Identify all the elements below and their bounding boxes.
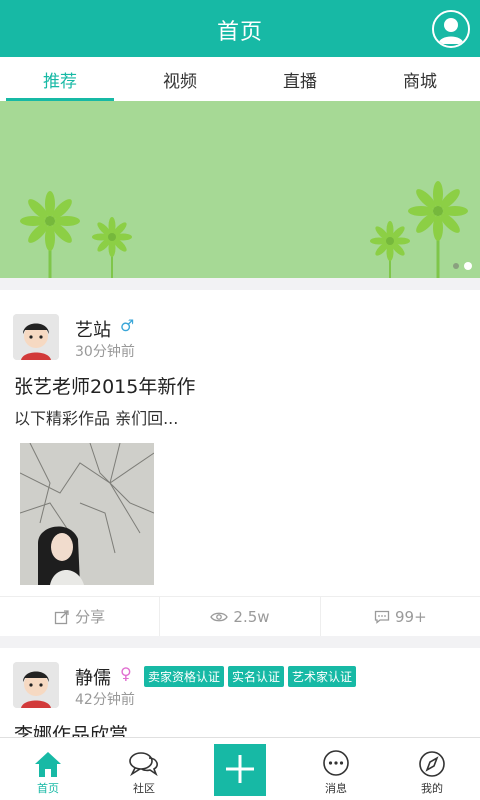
nav-publish[interactable] [192, 738, 288, 800]
post-title[interactable]: 张艺老师2015年新作 [14, 372, 195, 399]
nav-home-label: 首页 [37, 782, 59, 795]
top-bar: 首页 [0, 0, 480, 57]
post-actions: 分享 2.5w 99+ [0, 596, 480, 636]
category-tabs: 推荐 视频 直播 商城 [0, 57, 480, 101]
user-avatar-icon [434, 12, 468, 46]
tab-recommend[interactable]: 推荐 [0, 57, 120, 101]
profile-button[interactable] [432, 10, 470, 48]
carousel-dot[interactable] [453, 263, 459, 269]
compass-icon [419, 751, 445, 777]
bottom-nav: 首页 社区 消息 我的 [0, 737, 480, 800]
painting-image [20, 443, 154, 585]
nav-community[interactable]: 社区 [96, 738, 192, 800]
comments-button[interactable]: 99+ [319, 597, 480, 636]
views-value: 2.5w [233, 607, 270, 626]
community-icon [129, 752, 158, 777]
male-icon: ♂ [120, 316, 135, 335]
post-time: 42分钟前 [75, 692, 135, 708]
seller-verified-badge: 卖家资格认证 [144, 666, 225, 687]
comment-icon [374, 610, 390, 624]
share-label: 分享 [75, 608, 106, 626]
app-root: 首页 推荐 视频 直播 商城 艺站 ♂ 30分钟前 张艺老师2015年新作 以下… [0, 0, 480, 800]
verification-badges: 卖家资格认证 实名认证 艺术家认证 [144, 666, 360, 687]
comments-value: 99+ [394, 607, 427, 626]
cartoon-avatar-image [13, 314, 59, 360]
author-avatar[interactable] [13, 314, 59, 360]
nav-messages-label: 消息 [325, 782, 347, 795]
share-icon [55, 609, 69, 624]
views-count: 2.5w [159, 597, 319, 636]
author-name[interactable]: 艺站 [75, 316, 111, 342]
carousel-indicator [453, 262, 472, 270]
home-icon [35, 752, 61, 777]
publish-button[interactable] [214, 744, 266, 796]
author-name[interactable]: 静儒 [75, 664, 111, 690]
female-icon: ♀ [120, 664, 132, 683]
post-card[interactable]: 静儒 ♀ 卖家资格认证 实名认证 艺术家认证 42分钟前 李娜作品欣赏 [0, 648, 480, 748]
banner-flowers-image [20, 181, 468, 278]
plus-icon [226, 755, 254, 783]
post-time: 30分钟前 [75, 344, 135, 360]
page-title: 首页 [216, 20, 263, 45]
banner-carousel[interactable] [0, 101, 480, 278]
author-avatar[interactable] [13, 662, 59, 708]
nav-home[interactable]: 首页 [0, 738, 96, 800]
share-button[interactable]: 分享 [0, 597, 159, 636]
cartoon-avatar-image [13, 662, 59, 708]
post-image[interactable] [20, 443, 154, 585]
tab-video[interactable]: 视频 [120, 57, 240, 101]
artist-verified-badge: 艺术家认证 [288, 666, 357, 687]
message-icon [323, 750, 349, 776]
realname-verified-badge: 实名认证 [228, 666, 285, 687]
nav-community-label: 社区 [133, 782, 155, 795]
nav-messages[interactable]: 消息 [288, 738, 384, 800]
carousel-dot-active[interactable] [464, 262, 472, 270]
nav-mine[interactable]: 我的 [384, 738, 480, 800]
post-description: 以下精彩作品 亲们回... [14, 409, 179, 428]
nav-mine-label: 我的 [421, 782, 443, 795]
eye-icon [210, 612, 229, 621]
tab-live[interactable]: 直播 [240, 57, 360, 101]
post-card[interactable]: 艺站 ♂ 30分钟前 张艺老师2015年新作 以下精彩作品 亲们回... 分享 … [0, 290, 480, 636]
tab-mall[interactable]: 商城 [360, 57, 480, 101]
